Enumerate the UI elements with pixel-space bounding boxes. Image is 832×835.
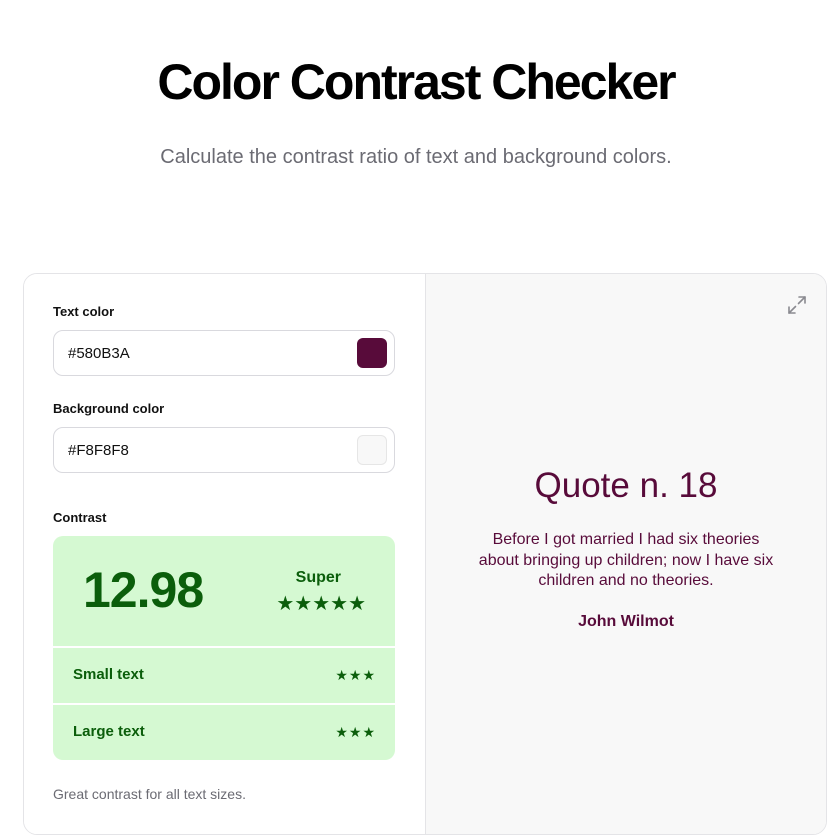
background-color-swatch[interactable]: [357, 435, 387, 465]
background-color-field[interactable]: [53, 427, 395, 473]
star-icon: ★: [335, 667, 349, 683]
contrast-ratio-row: 12.98 Super ★★★★★: [53, 536, 395, 646]
large-text-stars: ★★★: [335, 724, 376, 741]
text-color-field[interactable]: [53, 330, 395, 376]
star-icon: ★: [330, 593, 349, 615]
large-text-label: Large text: [73, 723, 145, 740]
text-color-label: Text color: [53, 304, 115, 319]
page-subtitle: Calculate the contrast ratio of text and…: [160, 146, 672, 168]
small-text-stars: ★★★: [335, 667, 376, 684]
star-icon: ★: [294, 593, 313, 615]
star-icon: ★: [348, 724, 363, 740]
quote-title: Quote n. 18: [534, 466, 718, 505]
quote-text: Before I got married I had six theories …: [478, 531, 774, 589]
star-icon: ★: [362, 724, 376, 740]
quote-preview: Quote n. 18 Before I got married I had s…: [426, 464, 826, 631]
large-text-row: Large text ★★★: [53, 705, 395, 760]
preview-panel: Quote n. 18 Before I got married I had s…: [426, 274, 826, 834]
quote-author: John Wilmot: [578, 612, 674, 630]
background-color-label: Background color: [53, 401, 165, 416]
star-icon: ★: [362, 667, 376, 683]
contrast-result: 12.98 Super ★★★★★ Small text ★★★ Large t…: [53, 536, 395, 760]
star-icon: ★: [276, 593, 295, 615]
star-icon: ★: [348, 667, 363, 683]
contrast-ratio-value: 12.98: [83, 562, 204, 618]
contrast-rating-stars: ★★★★★: [276, 593, 366, 615]
contrast-label: Contrast: [53, 510, 107, 525]
contrast-rating-label: Super: [295, 569, 341, 586]
controls-panel: Text color Background color Contrast 12.…: [24, 274, 426, 834]
small-text-row: Small text ★★★: [53, 648, 395, 703]
background-color-input[interactable]: [68, 428, 338, 472]
star-icon: ★: [348, 593, 366, 615]
small-text-label: Small text: [73, 666, 144, 683]
text-color-swatch[interactable]: [357, 338, 387, 368]
contrast-status-text: Great contrast for all text sizes.: [53, 786, 246, 802]
page-title: Color Contrast Checker: [157, 54, 676, 110]
text-color-input[interactable]: [68, 331, 338, 375]
checker-card: Text color Background color Contrast 12.…: [23, 273, 827, 835]
expand-icon[interactable]: [786, 294, 808, 316]
star-icon: ★: [312, 593, 331, 615]
star-icon: ★: [335, 724, 349, 740]
